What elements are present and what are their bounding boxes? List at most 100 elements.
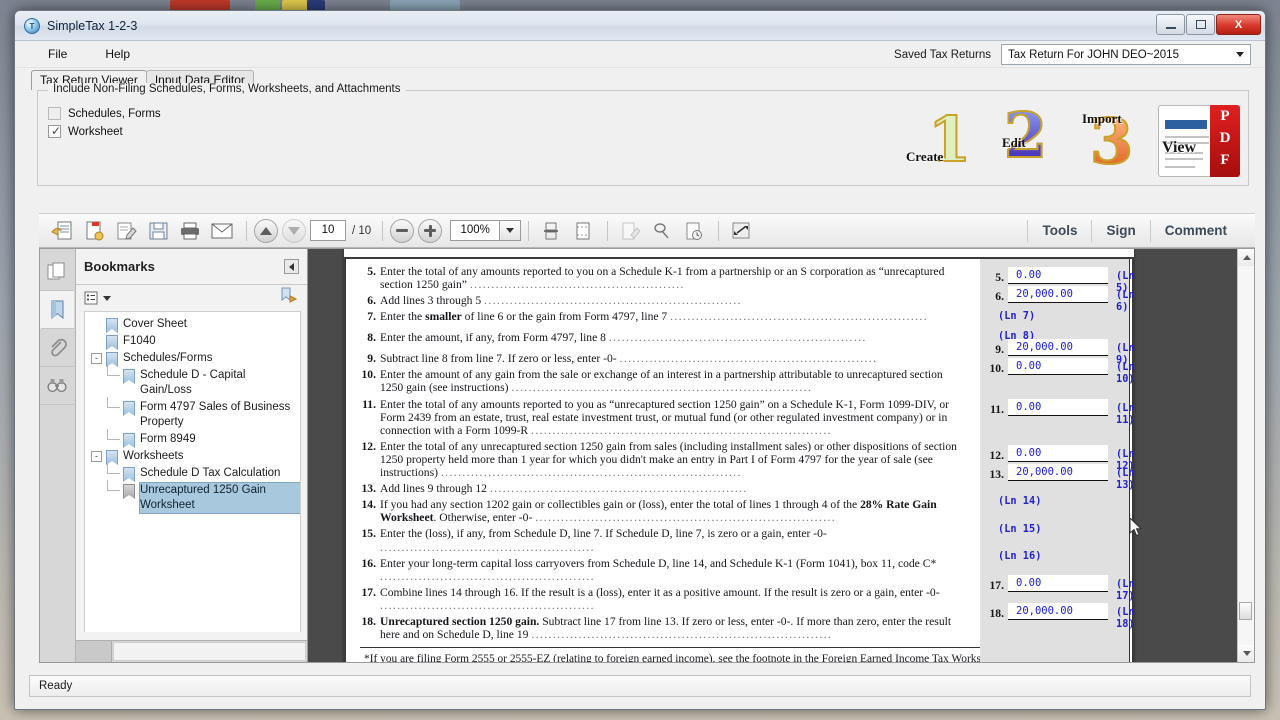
- minus-icon: [396, 229, 409, 232]
- toolbar-separator: [246, 220, 247, 241]
- line-number: 9.: [367, 352, 376, 366]
- email-icon[interactable]: [207, 218, 237, 244]
- tree-connector: [107, 397, 120, 408]
- bookmarks-icon[interactable]: [40, 291, 74, 329]
- application-window: T SimpleTax 1-2-3 X File Help Saved Tax …: [14, 10, 1266, 710]
- open-file-icon[interactable]: [47, 218, 77, 244]
- calc-value-field[interactable]: 0.00: [1008, 399, 1108, 416]
- bookmark-options-icon[interactable]: [84, 291, 111, 306]
- bookmarks-panel: Bookmarks Cover Sheet F1040 - Schedules/For…: [76, 249, 308, 662]
- fit-width-icon[interactable]: [536, 218, 566, 244]
- bookmark-item[interactable]: Form 8949: [85, 429, 300, 448]
- new-bookmark-icon[interactable]: [279, 287, 299, 309]
- full-screen-icon[interactable]: [726, 218, 756, 244]
- zoom-dropdown-button[interactable]: [500, 220, 522, 241]
- line-number: 17.: [361, 585, 377, 599]
- step-view-pdf[interactable]: PDF View: [1158, 105, 1240, 179]
- bookmark-item[interactable]: Cover Sheet: [85, 316, 300, 333]
- calc-value-field[interactable]: 20,000.00: [1008, 339, 1108, 356]
- fill-form-icon[interactable]: [615, 218, 645, 244]
- calc-line-reference: (Ln 6): [1116, 289, 1135, 313]
- tools-button[interactable]: Tools: [1028, 223, 1091, 238]
- scroll-up-button[interactable]: [1238, 249, 1254, 266]
- line-text: Enter your long-term capital loss carryo…: [380, 556, 937, 583]
- comment-button[interactable]: Comment: [1151, 223, 1241, 238]
- toolbar-separator: [607, 220, 609, 241]
- zoom-level-input[interactable]: 100%: [450, 220, 501, 241]
- collapse-panel-icon[interactable]: [284, 259, 299, 274]
- chevron-left-icon: [289, 262, 294, 271]
- next-page-icon[interactable]: [282, 218, 306, 243]
- sign-button[interactable]: Sign: [1092, 223, 1149, 238]
- zoom-out-icon[interactable]: [390, 218, 415, 243]
- bookmark-label: Worksheets: [123, 450, 184, 462]
- line-number: 18.: [361, 614, 377, 628]
- calc-value-field[interactable]: 20,000.00: [1008, 286, 1108, 303]
- attachments-icon[interactable]: [40, 329, 74, 367]
- line-text: Enter the amount, if any, from Form 4797…: [380, 331, 867, 345]
- save-icon[interactable]: [143, 218, 173, 244]
- sign-doc-icon[interactable]: [679, 218, 709, 244]
- save-copy-icon[interactable]: [79, 218, 109, 244]
- pdf-doc-line: [1165, 136, 1209, 138]
- zoom-in-icon[interactable]: [418, 218, 443, 243]
- scrollbar-thumb[interactable]: [1239, 602, 1252, 620]
- bookmark-item[interactable]: Schedule D - Capital Gain/Loss: [85, 365, 300, 399]
- tree-connector: [107, 429, 120, 440]
- chevron-down-icon: [506, 228, 515, 233]
- calc-value-field[interactable]: 0.00: [1008, 358, 1108, 375]
- bookmark-item[interactable]: Form 4797 Sales of Business Property: [85, 397, 300, 431]
- page-thumbnails-icon[interactable]: [40, 253, 74, 291]
- line-number: 12.: [361, 439, 377, 453]
- maximize-button[interactable]: [1186, 14, 1215, 35]
- bookmarks-tree[interactable]: Cover Sheet F1040 - Schedules/Forms Schedule…: [84, 311, 301, 632]
- toolbar-right-group: Tools Sign Comment: [1027, 219, 1255, 242]
- menu-item-file[interactable]: File: [37, 44, 78, 64]
- tree-connector: [107, 365, 120, 376]
- bookmark-item[interactable]: Unrecaptured 1250 Gain Worksheet: [85, 480, 300, 514]
- tree-expander-icon[interactable]: -: [91, 353, 102, 364]
- minimize-button[interactable]: [1156, 14, 1185, 35]
- schedules-forms-label: Schedules, Forms: [68, 107, 161, 120]
- page-number-input[interactable]: 10: [310, 220, 346, 241]
- calc-line-number: 6.: [995, 290, 1004, 303]
- line-text: Enter the (loss), if any, from Schedule …: [380, 527, 827, 554]
- toolbar-separator: [718, 220, 720, 241]
- tree-expander-icon[interactable]: -: [91, 451, 102, 462]
- calc-column-divider: [1129, 259, 1130, 662]
- calc-value-field[interactable]: 20,000.00: [1008, 603, 1108, 620]
- calc-value-field[interactable]: 0.00: [1008, 575, 1108, 592]
- find-icon[interactable]: [40, 367, 74, 405]
- bookmark-icon: [122, 467, 135, 481]
- schedules-forms-checkbox[interactable]: [48, 107, 61, 120]
- edit-document-icon[interactable]: [111, 218, 141, 244]
- step-import[interactable]: 3 Import: [1074, 97, 1150, 183]
- calc-line-reference: (Ln 7): [998, 310, 1036, 322]
- close-button[interactable]: X: [1216, 14, 1261, 35]
- saved-returns-dropdown[interactable]: Tax Return For JOHN DEO~2015: [1001, 44, 1251, 65]
- calc-value-field[interactable]: 0.00: [1008, 445, 1108, 462]
- scroll-down-button[interactable]: [1238, 645, 1254, 662]
- step-edit[interactable]: 2 Edit: [990, 97, 1066, 183]
- step-create[interactable]: 1 Create: [906, 97, 982, 183]
- bookmark-icon: [105, 318, 118, 332]
- tree-connector: [107, 463, 120, 474]
- bookmark-icon: [105, 335, 118, 349]
- calc-value-field[interactable]: 20,000.00: [1008, 464, 1108, 481]
- stamp-icon[interactable]: [647, 218, 677, 244]
- line-text: Enter the amount of any gain from the sa…: [380, 368, 943, 395]
- previous-page-icon[interactable]: [254, 218, 278, 243]
- worksheet-checkbox[interactable]: ✓: [48, 125, 61, 138]
- page-total-label: / 10: [352, 224, 372, 237]
- pdf-page-viewport[interactable]: 5. Enter the total of any amounts reporte…: [308, 249, 1254, 662]
- saved-returns-label: Saved Tax Returns: [894, 48, 991, 61]
- calc-value-field[interactable]: 0.00: [1008, 267, 1108, 284]
- vertical-scrollbar[interactable]: [1237, 249, 1254, 662]
- bookmark-item[interactable]: F1040: [85, 333, 300, 350]
- menu-item-help[interactable]: Help: [94, 44, 141, 64]
- bookmark-label: Form 8949: [140, 433, 196, 445]
- calculation-column: 5. 0.00 (Ln 5) 6. 20,000.00 (Ln 6) (Ln 7) (Ln 8…: [980, 259, 1135, 662]
- fit-page-icon[interactable]: [568, 218, 598, 244]
- print-icon[interactable]: [175, 218, 205, 244]
- pdf-doc-line: [1165, 166, 1195, 168]
